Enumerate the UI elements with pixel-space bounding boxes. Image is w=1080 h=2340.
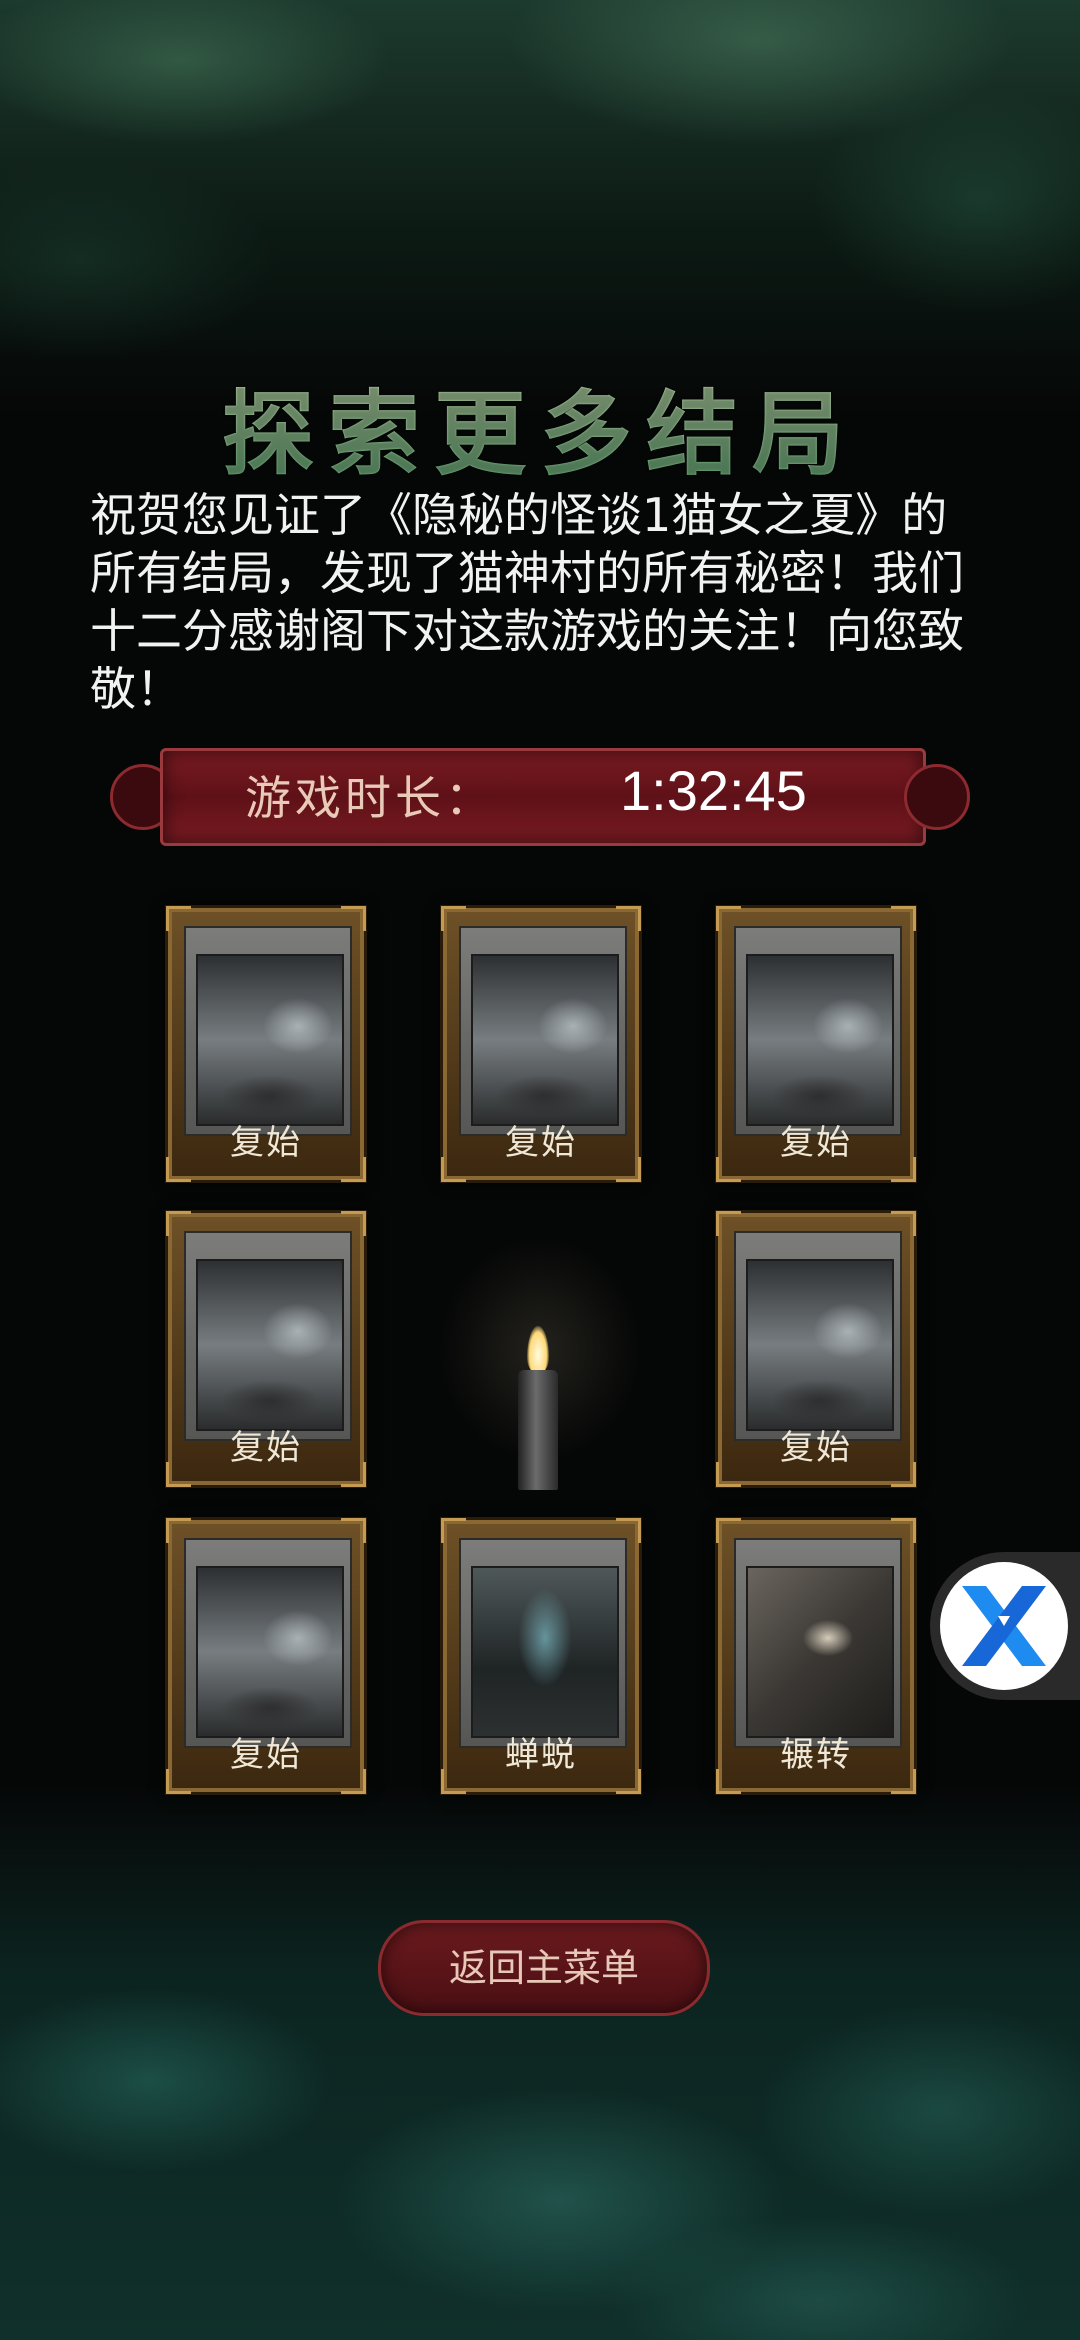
floating-assistant-button[interactable] bbox=[930, 1552, 1080, 1700]
ending-card[interactable]: 复始 bbox=[716, 906, 916, 1182]
misty-forest-image bbox=[196, 1566, 344, 1738]
play-time-label: 游戏时长： bbox=[245, 771, 495, 825]
ending-card[interactable]: 复始 bbox=[166, 1211, 366, 1487]
misty-forest-image bbox=[196, 1259, 344, 1431]
misty-forest-image bbox=[746, 954, 894, 1126]
background-fog-top bbox=[0, 0, 1080, 420]
play-time-banner: 游戏时长： 1:32:45 bbox=[110, 748, 970, 846]
ending-card[interactable]: 复始 bbox=[166, 1518, 366, 1794]
ending-card[interactable]: 辗转 bbox=[716, 1518, 916, 1794]
ending-card[interactable]: 蝉蜕 bbox=[441, 1518, 641, 1794]
congratulations-message: 祝贺您见证了《隐秘的怪谈1猫女之夏》的所有结局，发现了猫神村的所有秘密！我们十二… bbox=[90, 488, 964, 716]
ending-name: 复始 bbox=[230, 1428, 302, 1468]
ending-frame bbox=[459, 1538, 627, 1748]
play-time-value: 1:32:45 bbox=[620, 759, 807, 822]
misty-forest-image bbox=[196, 954, 344, 1126]
ending-frame bbox=[734, 926, 902, 1136]
ending-card[interactable]: 复始 bbox=[441, 906, 641, 1182]
misty-forest-image bbox=[471, 954, 619, 1126]
x-logo-icon bbox=[962, 1586, 1046, 1666]
ending-name: 蝉蜕 bbox=[505, 1735, 577, 1775]
dark-shrine-image bbox=[471, 1566, 619, 1738]
candle-icon bbox=[518, 1370, 558, 1490]
ending-frame bbox=[184, 926, 352, 1136]
ending-name: 复始 bbox=[505, 1123, 577, 1163]
ending-name: 复始 bbox=[230, 1735, 302, 1775]
ending-name: 复始 bbox=[230, 1123, 302, 1163]
ending-frame bbox=[734, 1231, 902, 1441]
ending-name: 辗转 bbox=[780, 1735, 852, 1775]
ending-name: 复始 bbox=[780, 1428, 852, 1468]
ending-frame bbox=[734, 1538, 902, 1748]
background-fog-bottom bbox=[0, 1780, 1080, 2340]
misty-forest-image bbox=[746, 1259, 894, 1431]
ending-frame bbox=[184, 1231, 352, 1441]
ending-name: 复始 bbox=[780, 1123, 852, 1163]
ending-frame bbox=[459, 926, 627, 1136]
banner-ornament-right bbox=[904, 764, 970, 830]
page-title: 探索更多结局 bbox=[0, 360, 1080, 493]
ending-card[interactable]: 复始 bbox=[166, 906, 366, 1182]
ending-card[interactable]: 复始 bbox=[716, 1211, 916, 1487]
ending-frame bbox=[184, 1538, 352, 1748]
open-book-image bbox=[746, 1566, 894, 1738]
return-main-menu-button[interactable]: 返回主菜单 bbox=[378, 1920, 710, 2016]
